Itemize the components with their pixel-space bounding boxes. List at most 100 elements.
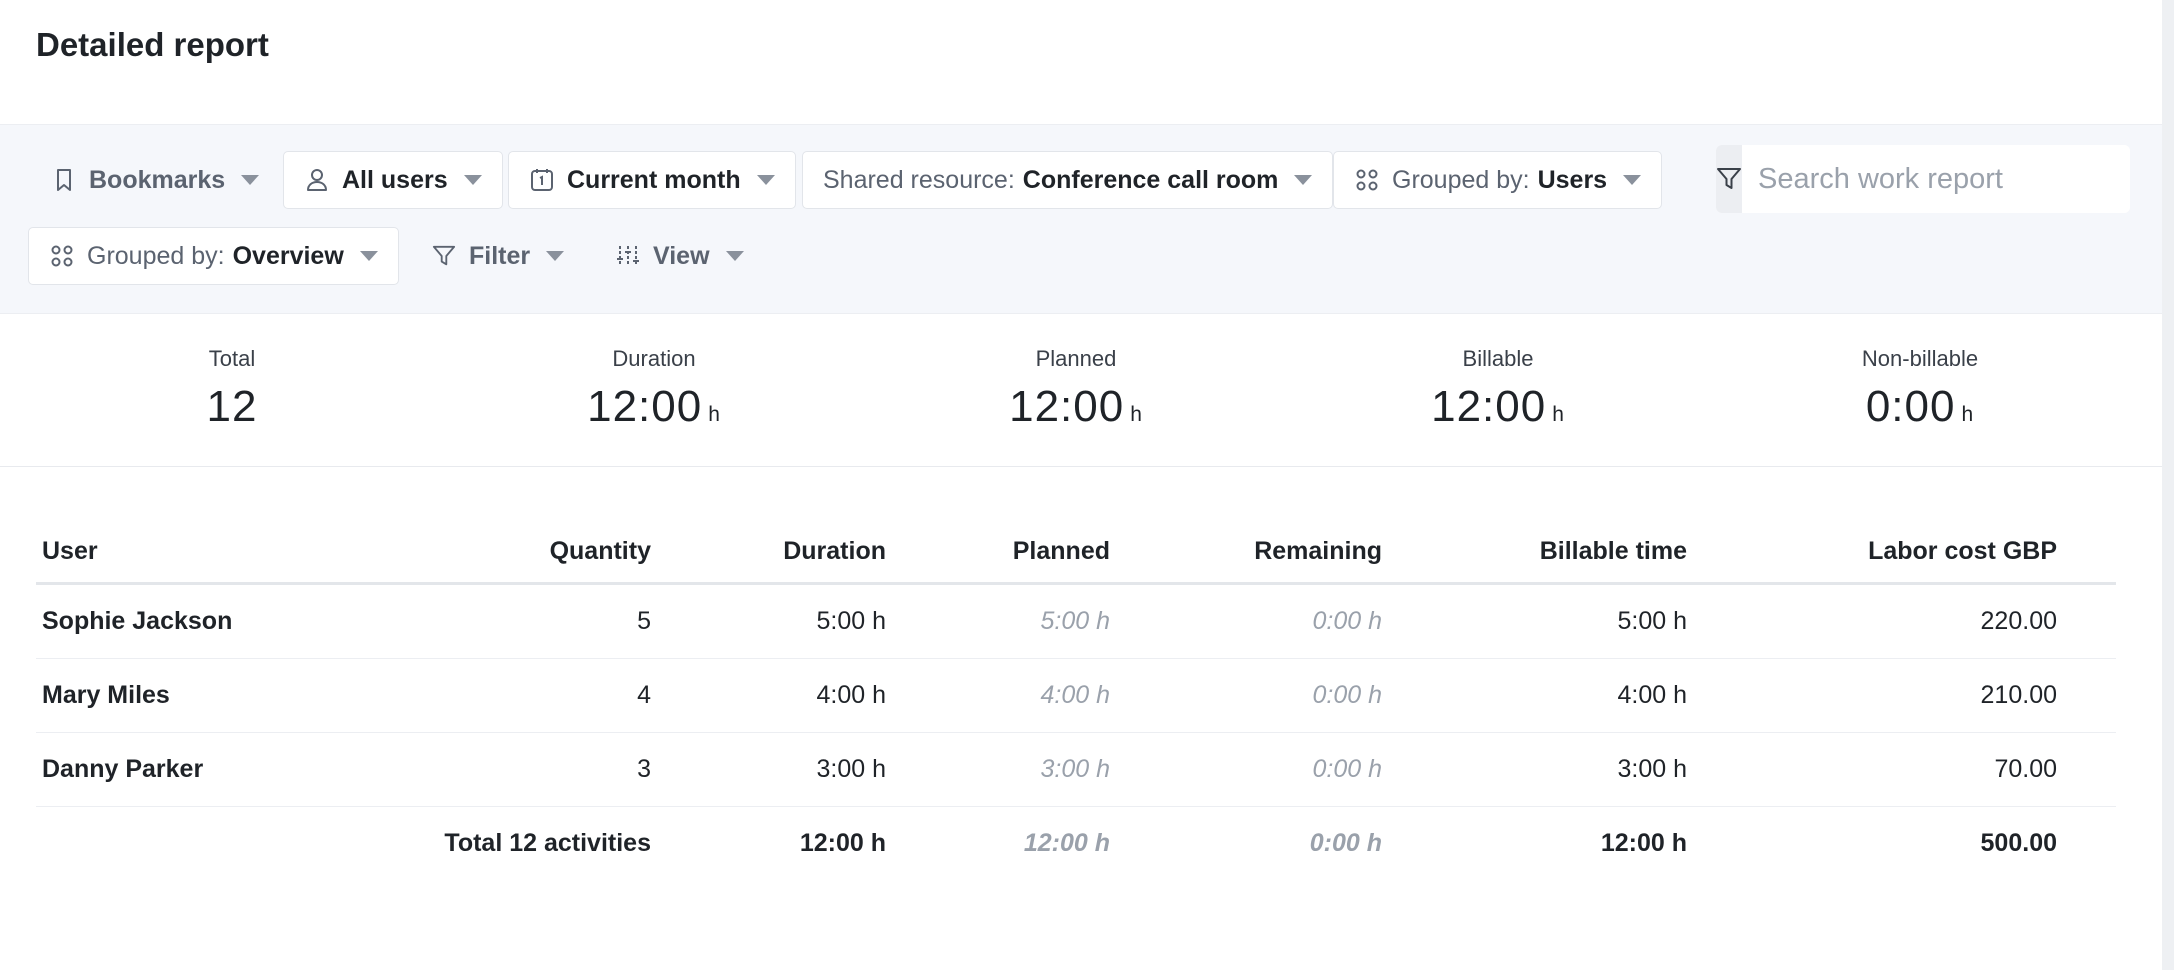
cell-quantity: 4 xyxy=(336,658,651,733)
summary-label: Billable xyxy=(1462,346,1534,371)
search-input[interactable] xyxy=(1742,145,2130,213)
cell-billable: 5:00 h xyxy=(1382,583,1687,659)
scrollbar[interactable] xyxy=(2162,0,2174,970)
cell-billable: 3:00 h xyxy=(1382,732,1687,807)
summary-duration: Duration 12:00 h xyxy=(504,346,804,432)
cell-user[interactable]: Sophie Jackson xyxy=(36,583,336,659)
total-cost: 500.00 xyxy=(1980,829,2057,857)
cell-remaining: 0:00 h xyxy=(1110,583,1382,659)
page-title: Detailed report xyxy=(36,26,269,63)
table-row[interactable]: Danny Parker 3 3:00 h 3:00 h 0:00 h 3:00… xyxy=(36,732,2116,807)
summary-number: 12:00 xyxy=(587,382,703,431)
table-row[interactable]: Mary Miles 4 4:00 h 4:00 h 0:00 h 4:00 h… xyxy=(36,658,2116,733)
view-label: View xyxy=(653,241,710,270)
group2-value: Overview xyxy=(232,241,344,270)
user-icon xyxy=(304,167,330,193)
group1-value: Users xyxy=(1537,165,1608,194)
group2-label: Grouped by: xyxy=(87,241,225,270)
bookmarks-dropdown[interactable]: Bookmarks xyxy=(30,151,280,209)
summary-planned: Planned 12:00 h xyxy=(926,346,1226,432)
column-header-user[interactable]: User xyxy=(36,520,336,585)
cell-planned: 3:00 h xyxy=(886,732,1110,807)
cell-cost: 210.00 xyxy=(1687,658,2057,733)
summary-value: 12:00 h xyxy=(1348,382,1648,432)
total-remaining: 0:00 h xyxy=(1309,829,1382,857)
filter-label: Filter xyxy=(469,241,531,270)
summary-number: 12 xyxy=(206,382,258,431)
cell-spacer xyxy=(2057,583,2116,659)
view-dropdown[interactable]: View xyxy=(594,227,765,285)
resource-label: Shared resource: xyxy=(823,165,1015,194)
chevron-down-icon xyxy=(463,175,482,185)
column-header-duration[interactable]: Duration xyxy=(651,520,886,585)
funnel-icon xyxy=(1717,168,1741,189)
resource-dropdown[interactable]: Shared resource: Conference call room xyxy=(802,151,1334,209)
chevron-down-icon xyxy=(546,251,565,261)
summary-label: Non-billable xyxy=(1861,346,1979,371)
cell-duration: 4:00 h xyxy=(651,658,886,733)
filter-dropdown[interactable]: Filter xyxy=(410,227,585,285)
cell-duration: 3:00 h xyxy=(651,732,886,807)
summary-non-billable: Non-billable 0:00 h xyxy=(1770,346,2070,432)
bookmark-icon xyxy=(51,167,77,193)
cell-user[interactable]: Danny Parker xyxy=(36,732,336,807)
column-header-billable-time[interactable]: Billable time xyxy=(1382,520,1687,585)
grid-icon xyxy=(1354,167,1380,193)
summary-value: 0:00 h xyxy=(1770,382,2070,432)
chevron-down-icon xyxy=(725,251,744,261)
summary-total: Total 12 xyxy=(82,346,382,432)
cell-quantity: 3 xyxy=(336,732,651,807)
grid-icon xyxy=(49,243,75,269)
search-filter-button[interactable] xyxy=(1716,145,1742,213)
chevron-down-icon xyxy=(1294,175,1313,185)
column-header-spacer xyxy=(2057,520,2116,585)
summary-label: Planned xyxy=(1035,346,1117,371)
total-label: Total 12 activities xyxy=(444,829,651,857)
cell-spacer xyxy=(2057,732,2116,807)
summary-label: Total xyxy=(208,346,256,371)
chevron-down-icon xyxy=(359,251,378,261)
chevron-down-icon xyxy=(1623,175,1642,185)
total-planned: 12:00 h xyxy=(1023,829,1110,857)
summary-value: 12:00 h xyxy=(926,382,1226,432)
cell-user[interactable]: Mary Miles xyxy=(36,658,336,733)
cell-planned: 5:00 h xyxy=(886,583,1110,659)
group-by-overview-dropdown[interactable]: Grouped by: Overview xyxy=(28,227,399,285)
column-header-planned[interactable]: Planned xyxy=(886,520,1110,585)
resource-value: Conference call room xyxy=(1022,165,1279,194)
summary-number: 0:00 xyxy=(1865,382,1956,431)
summary-unit: h xyxy=(1130,403,1143,426)
table-row[interactable]: Sophie Jackson 5 5:00 h 5:00 h 0:00 h 5:… xyxy=(36,583,2116,659)
chevron-down-icon xyxy=(756,175,775,185)
period-dropdown[interactable]: Current month xyxy=(508,151,796,209)
group1-label: Grouped by: xyxy=(1392,165,1530,194)
calendar-icon xyxy=(529,167,555,193)
total-billable: 12:00 h xyxy=(1600,829,1687,857)
column-header-remaining[interactable]: Remaining xyxy=(1110,520,1382,585)
cell-remaining: 0:00 h xyxy=(1110,732,1382,807)
bookmarks-label: Bookmarks xyxy=(89,165,226,194)
sliders-icon xyxy=(615,243,641,269)
filter-toolbar: Bookmarks All users Current month Shared… xyxy=(0,124,2162,314)
table-total-row: Total 12 activities 12:00 h 12:00 h 0:00… xyxy=(36,807,2116,881)
chevron-down-icon xyxy=(241,175,260,185)
cell-planned: 4:00 h xyxy=(886,658,1110,733)
summary-unit: h xyxy=(1552,403,1565,426)
cell-cost: 70.00 xyxy=(1687,732,2057,807)
search-box xyxy=(1716,145,2130,213)
column-header-quantity[interactable]: Quantity xyxy=(336,520,651,585)
summary-label: Duration xyxy=(612,346,696,371)
summary-value: 12:00 h xyxy=(504,382,804,432)
group-by-users-dropdown[interactable]: Grouped by: Users xyxy=(1333,151,1663,209)
cell-cost: 220.00 xyxy=(1687,583,2057,659)
summary-value: 12 xyxy=(82,382,382,432)
column-header-labor-cost[interactable]: Labor cost GBP xyxy=(1687,520,2057,585)
total-duration: 12:00 h xyxy=(799,829,886,857)
summary-unit: h xyxy=(708,403,721,426)
funnel-icon xyxy=(431,243,457,269)
summary-number: 12:00 xyxy=(1009,382,1125,431)
cell-spacer xyxy=(2057,807,2116,881)
period-value: Current month xyxy=(567,165,741,194)
users-dropdown[interactable]: All users xyxy=(283,151,503,209)
report-table: User Quantity Duration Planned Remaining… xyxy=(36,520,2116,880)
